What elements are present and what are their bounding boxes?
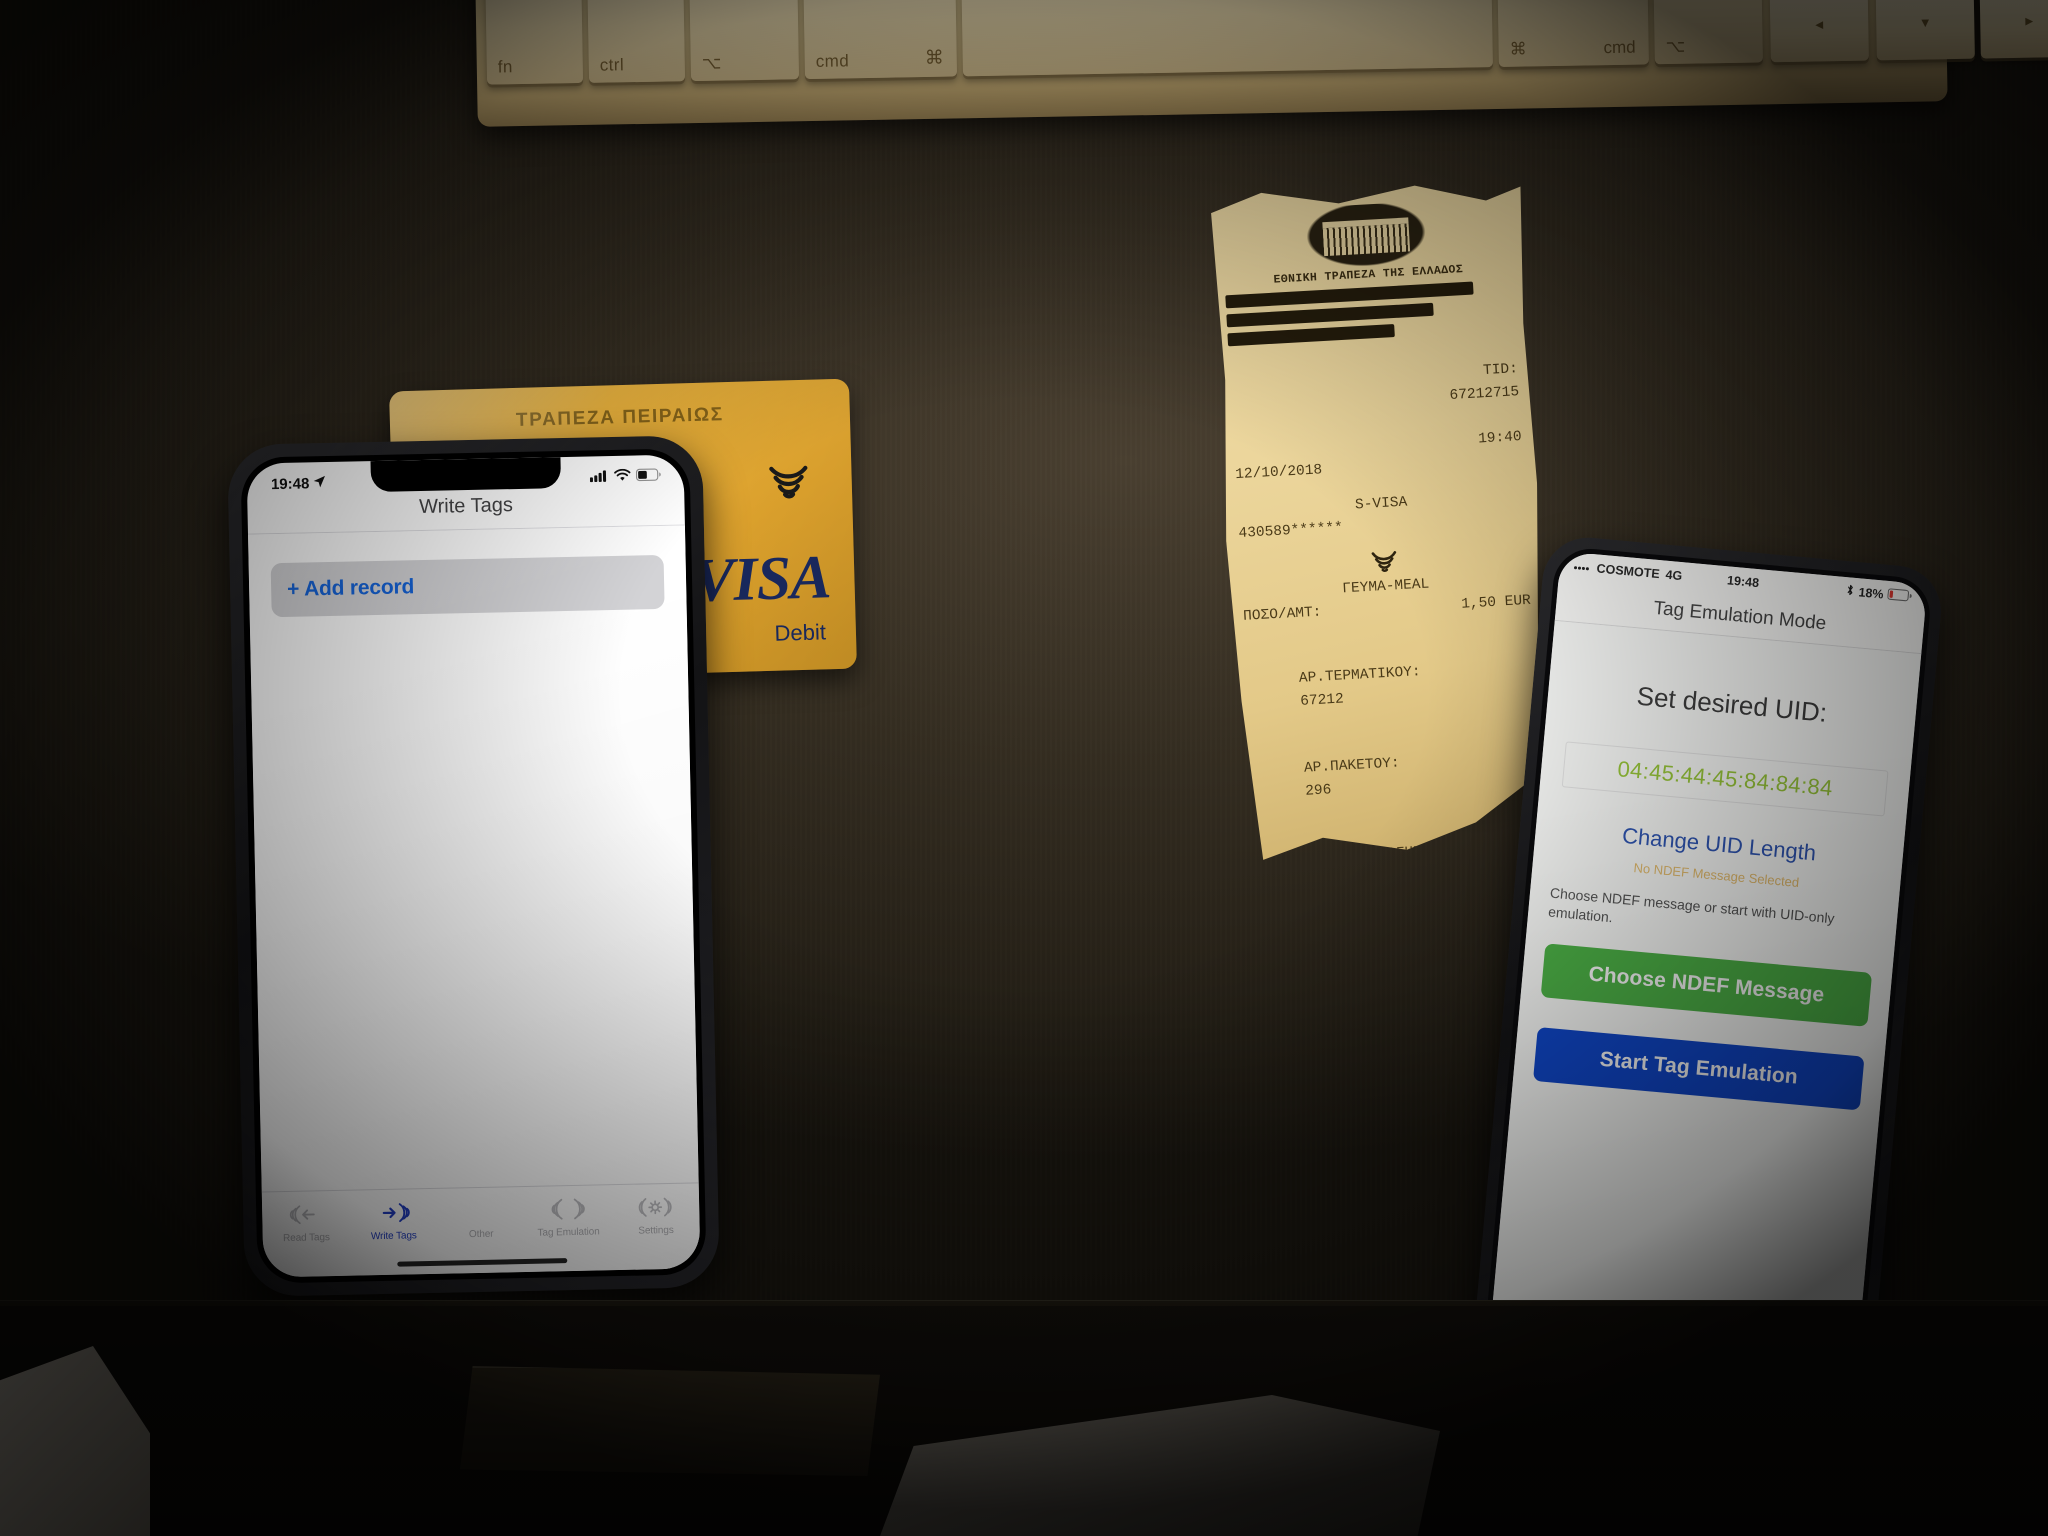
key-cmd-left[interactable]: cmd ⌘ <box>802 0 958 80</box>
receipt-terminal-label: ΑΡ.ΤΕΡΜΑΤΙΚΟΥ: <box>1298 664 1422 688</box>
tab-label: Write Tags <box>370 1230 417 1243</box>
nfc-emulation-icon <box>550 1194 587 1225</box>
tab-write-tags[interactable]: Write Tags <box>349 1197 437 1243</box>
bank-logo-icon <box>1305 201 1428 270</box>
key-label: ▼ <box>1918 14 1932 31</box>
tab-read-tags[interactable]: Read Tags <box>262 1199 350 1245</box>
uid-heading: Set desired UID: <box>1635 680 1829 728</box>
receipt-tid-value: 67212715 <box>1449 384 1520 404</box>
key-space[interactable] <box>960 0 1493 77</box>
phone-left-write-tags[interactable]: 19:48 Write Tags + Add record Read Tags … <box>227 435 720 1297</box>
key-label: ► <box>2022 13 2036 29</box>
key-label: cmd <box>1603 37 1636 58</box>
receipt-batch-label: ΑΡ.ΠΑΚΕΤΟΥ: <box>1303 755 1401 777</box>
location-arrow-icon <box>313 475 326 492</box>
tab-label: Tag Emulation <box>537 1226 600 1239</box>
nfc-read-icon <box>289 1199 324 1230</box>
tab-label: Read Tags <box>282 1232 330 1245</box>
key-arrow-left[interactable]: ◄ <box>1769 0 1869 63</box>
key-label: fn <box>497 57 513 77</box>
keyboard-keys: fn ctrl alt ⌥ cmd ⌘ ⌘ cmd alt ⌥ <box>484 0 2048 85</box>
tab-settings[interactable]: Settings <box>612 1191 700 1237</box>
carrier-name: COSMOTE <box>1596 561 1661 582</box>
key-arrow-right[interactable]: ► <box>1979 0 2048 59</box>
nfc-write-icon <box>376 1197 411 1228</box>
status-time: 19:48 <box>270 474 310 493</box>
phone-screen[interactable]: 19:48 Write Tags + Add record Read Tags … <box>246 454 701 1278</box>
dark-object <box>460 1366 880 1476</box>
key-glyph: ⌘ <box>1509 39 1528 59</box>
status-time: 19:48 <box>1726 573 1760 591</box>
battery-icon <box>635 467 662 485</box>
emulation-description: Choose NDEF message or start with UID-on… <box>1547 884 1836 927</box>
desk-scene: fn ctrl alt ⌥ cmd ⌘ ⌘ cmd alt ⌥ <box>0 0 2048 1536</box>
phone-bezel: 19:48 Write Tags + Add record Read Tags … <box>240 448 707 1284</box>
bluetooth-icon <box>1845 583 1855 600</box>
notch <box>369 457 561 493</box>
battery-percent: 18% <box>1857 585 1885 602</box>
battery-low-icon <box>1887 587 1913 604</box>
start-tag-emulation-button[interactable]: Start Tag Emulation <box>1532 1026 1865 1111</box>
key-alt-right[interactable]: alt ⌥ <box>1652 0 1763 65</box>
key-glyph: ⌘ <box>924 47 944 70</box>
receipt-tid-label: TID: <box>1482 361 1519 380</box>
payment-receipt: ΕΘΝΙΚΗ ΤΡΑΠΕΖΑ ΤΗΣ ΕΛΛΑΔΟΣ TID: 67212715… <box>1204 176 1561 863</box>
cellular-signal-icon <box>589 469 609 486</box>
wifi-icon <box>614 468 631 485</box>
tab-label: Settings <box>638 1224 674 1237</box>
receipt-terminal-value: 67212 <box>1299 691 1345 710</box>
receipt-amount-value: 1,50 EUR <box>1460 593 1532 613</box>
key-glyph: ⌥ <box>701 53 722 73</box>
tab-other[interactable]: Other <box>437 1195 525 1241</box>
receipt-contactless-icon <box>1367 543 1401 577</box>
key-label: ctrl <box>599 55 625 75</box>
key-label: cmd <box>815 51 850 71</box>
network-type: 4G <box>1664 567 1683 584</box>
key-glyph: ⌥ <box>1665 36 1686 57</box>
tab-tag-emulation[interactable]: Tag Emulation <box>524 1193 612 1239</box>
gear-nfc-icon <box>637 1192 674 1223</box>
key-ctrl[interactable]: ctrl <box>586 0 686 83</box>
other-icon <box>465 1196 496 1227</box>
content-area: Set desired UID: 04:45:44:45:84:84:84 Ch… <box>1489 620 1922 1372</box>
key-arrow-down[interactable]: ▼ <box>1875 0 1975 61</box>
tab-label: Other <box>468 1228 494 1241</box>
cellular-signal-icon <box>1573 559 1591 574</box>
receipt-batch-value: 296 <box>1304 781 1332 800</box>
receipt-redaction <box>1227 324 1394 346</box>
key-label: ◄ <box>1812 16 1826 32</box>
choose-ndef-message-button[interactable]: Choose NDEF Message <box>1540 943 1873 1027</box>
key-cmd-right[interactable]: ⌘ cmd <box>1496 0 1649 67</box>
content-area <box>248 525 699 1192</box>
key-fn[interactable]: fn <box>484 0 584 85</box>
key-alt-left[interactable]: alt ⌥ <box>688 0 800 82</box>
receipt-amount-label: ΠΟΣΟ/AMT: <box>1242 604 1322 626</box>
add-record-button[interactable]: + Add record <box>270 554 665 618</box>
uid-input[interactable]: 04:45:44:45:84:84:84 <box>1561 741 1889 817</box>
